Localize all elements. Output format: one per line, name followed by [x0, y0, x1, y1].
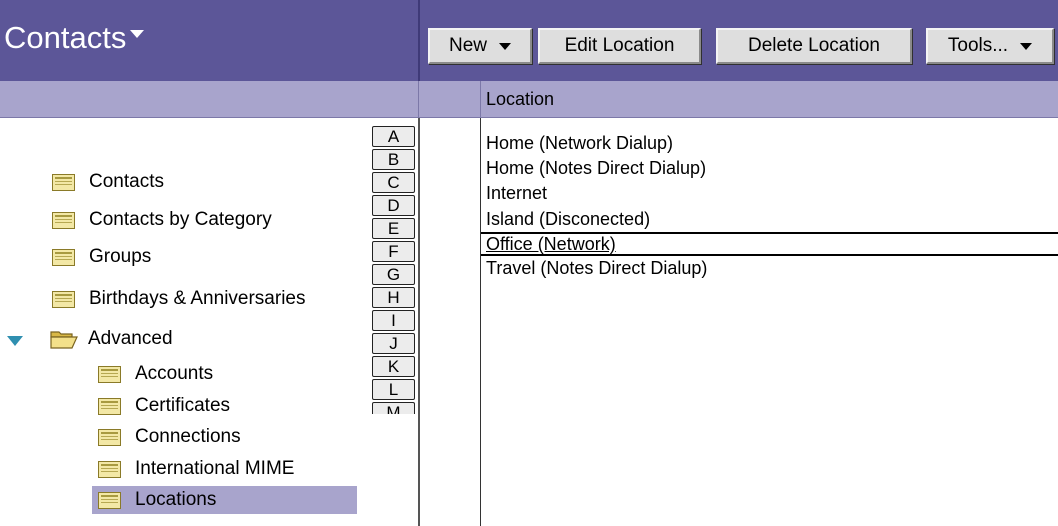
delete-location-label: Delete Location — [747, 35, 881, 56]
table-row[interactable]: Home (Network Dialup) — [481, 131, 1058, 155]
view-icon — [52, 211, 75, 229]
divider — [418, 81, 419, 118]
chevron-down-icon — [499, 42, 511, 50]
app-title: Contacts — [4, 20, 127, 55]
nav-item-international-mime[interactable]: International MIME — [98, 455, 356, 483]
alpha-index-c[interactable]: C — [372, 172, 415, 193]
nav-item-certificates[interactable]: Certificates — [98, 392, 356, 420]
nav-item-label: Contacts — [89, 171, 164, 192]
table-row[interactable]: Home (Notes Direct Dialup) — [481, 156, 1058, 180]
nav-item-label: Contacts by Category — [89, 209, 272, 230]
navigator-pane: Contacts Contacts by Category Groups Bir… — [0, 118, 418, 526]
view-icon — [98, 397, 121, 415]
view-icon — [98, 460, 121, 478]
view-icon — [52, 290, 75, 308]
location-cell: Internet — [486, 183, 548, 203]
nav-item-accounts[interactable]: Accounts — [98, 360, 356, 388]
alpha-index-h[interactable]: H — [372, 287, 415, 308]
divider — [418, 0, 420, 81]
nav-item-label: Birthdays & Anniversaries — [89, 288, 306, 309]
nav-item-locations[interactable]: Locations — [92, 486, 357, 514]
view-header-bar: Location — [0, 81, 1058, 118]
table-row[interactable]: Island (Disconected) — [481, 207, 1058, 231]
column-header-location[interactable]: Location — [486, 81, 554, 118]
alpha-index-a[interactable]: A — [372, 126, 415, 147]
location-cell: Travel (Notes Direct Dialup) — [486, 258, 708, 278]
view-icon — [98, 491, 121, 509]
view-icon — [52, 248, 75, 266]
chevron-down-icon — [1020, 42, 1033, 50]
divider — [480, 81, 481, 118]
pane-divider[interactable] — [418, 118, 420, 526]
alpha-index-e[interactable]: E — [372, 218, 415, 239]
table-row-selected[interactable]: Office (Network) — [481, 232, 1058, 256]
alpha-index-b[interactable]: B — [372, 149, 415, 170]
alpha-index-f[interactable]: F — [372, 241, 415, 262]
edit-location-button[interactable]: Edit Location — [538, 28, 701, 64]
title-bar: Contacts New Edit Location Delete Locati… — [0, 0, 1058, 81]
alpha-index-j[interactable]: J — [372, 333, 415, 354]
nav-item-label: Groups — [89, 246, 152, 267]
delete-location-button[interactable]: Delete Location — [716, 28, 912, 64]
alpha-index-m[interactable]: M — [372, 402, 415, 414]
nav-item-contacts[interactable]: Contacts — [52, 168, 352, 196]
location-cell: Home (Notes Direct Dialup) — [486, 158, 707, 178]
location-cell: Home (Network Dialup) — [486, 133, 674, 153]
table-row[interactable]: Travel (Notes Direct Dialup) — [481, 256, 1058, 280]
view-icon — [98, 428, 121, 446]
nav-item-label: Locations — [135, 489, 217, 510]
tools-button-label: Tools... — [947, 35, 1009, 56]
nav-item-advanced[interactable]: Advanced — [50, 325, 350, 353]
nav-item-label: International MIME — [135, 458, 295, 479]
alpha-index-i[interactable]: I — [372, 310, 415, 331]
alpha-index-d[interactable]: D — [372, 195, 415, 216]
nav-item-connections[interactable]: Connections — [98, 423, 356, 451]
nav-item-label: Connections — [135, 426, 241, 447]
nav-item-label: Advanced — [88, 328, 173, 349]
view-icon — [98, 365, 121, 383]
location-cell: Office (Network) — [486, 234, 616, 254]
new-button[interactable]: New — [428, 28, 532, 64]
nav-item-groups[interactable]: Groups — [52, 243, 352, 271]
location-cell: Island (Disconected) — [486, 209, 651, 229]
nav-item-label: Certificates — [135, 395, 231, 416]
alpha-index-g[interactable]: G — [372, 264, 415, 285]
expand-triangle-icon[interactable] — [7, 336, 23, 346]
alpha-index-l[interactable]: L — [372, 379, 415, 400]
view-icon — [52, 173, 75, 191]
tools-button[interactable]: Tools... — [926, 28, 1054, 64]
nav-item-contacts-by-category[interactable]: Contacts by Category — [52, 206, 352, 234]
nav-item-birthdays-anniversaries[interactable]: Birthdays & Anniversaries — [52, 285, 352, 313]
table-row[interactable]: Internet — [481, 181, 1058, 205]
chevron-down-icon — [130, 30, 145, 38]
new-button-label: New — [448, 35, 487, 56]
edit-location-label: Edit Location — [564, 35, 675, 56]
nav-item-label: Accounts — [135, 363, 214, 384]
open-folder-icon — [50, 329, 78, 349]
app-title-menu[interactable]: Contacts — [4, 8, 145, 68]
alpha-index-k[interactable]: K — [372, 356, 415, 377]
